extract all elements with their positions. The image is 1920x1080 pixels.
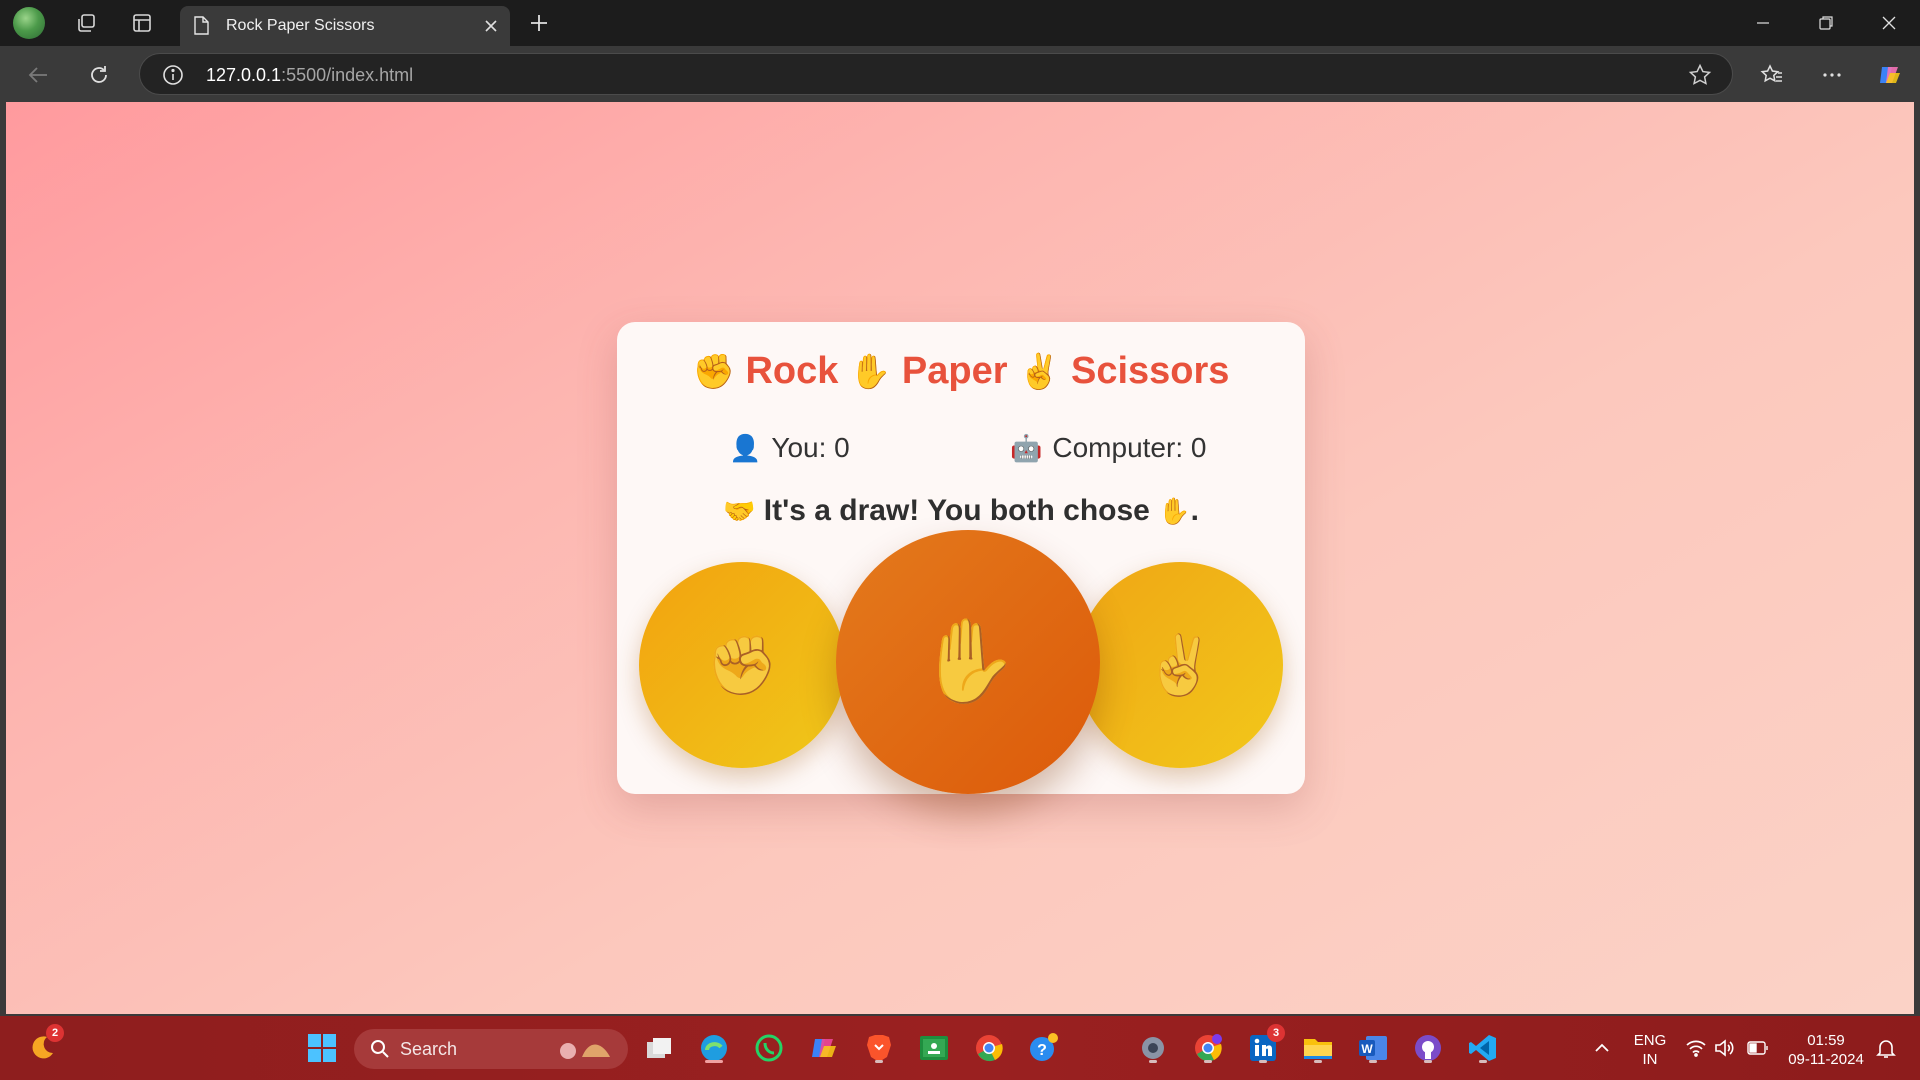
computer-score-label: Computer: 0 <box>1052 432 1207 463</box>
running-indicator <box>1369 1060 1377 1063</box>
scissors-button[interactable]: ✌️ <box>1077 562 1283 768</box>
result-end: . <box>1190 494 1199 527</box>
running-indicator <box>1314 1060 1322 1063</box>
url-text: 127.0.0.1:5500/index.html <box>206 65 413 86</box>
clock[interactable]: 01:59 09-11-2024 <box>1784 1031 1868 1069</box>
running-indicator <box>1424 1060 1432 1063</box>
language-label: ENG <box>1633 1032 1667 1049</box>
file-explorer-icon[interactable] <box>1300 1030 1336 1066</box>
workspaces-icon[interactable] <box>70 8 102 38</box>
volume-icon[interactable] <box>1706 1030 1742 1066</box>
chrome-profile-icon[interactable] <box>1190 1030 1226 1066</box>
linkedin-icon[interactable]: 3 <box>1245 1024 1285 1066</box>
copilot-taskbar-icon[interactable] <box>806 1030 842 1066</box>
new-tab-icon[interactable] <box>524 8 554 38</box>
refresh-icon[interactable] <box>82 58 116 92</box>
language-indicator[interactable]: ENG IN <box>1630 1031 1670 1069</box>
start-icon[interactable] <box>304 1030 340 1066</box>
linkedin-badge: 3 <box>1267 1024 1285 1042</box>
minimize-icon[interactable] <box>1740 6 1786 40</box>
browser-title-bar: Rock Paper Scissors <box>0 0 1920 46</box>
show-hidden-icons-icon[interactable] <box>1584 1030 1620 1066</box>
running-indicator <box>875 1060 883 1063</box>
url-path: :5500/index.html <box>281 65 414 85</box>
page-viewport: ✊ Rock ✋ Paper ✌️ Scissors 👤 You: 0 🤖 Comp… <box>6 102 1914 1014</box>
player-score: 👤 You: 0 <box>729 432 850 464</box>
computer-score: 🤖 Computer: 0 <box>1010 432 1206 464</box>
notification-badge: 2 <box>46 1024 64 1042</box>
paper-button[interactable]: ✋ <box>836 530 1100 794</box>
scissors-choice-icon: ✌️ <box>1143 630 1217 699</box>
title-scissors: Scissors <box>1070 350 1230 392</box>
player-score-label: You: 0 <box>771 432 850 463</box>
taskbar: 2 Search ? 3 W ENG IN 01:59 09-11-2024 <box>0 1016 1920 1080</box>
title-paper: Paper <box>901 350 1008 392</box>
close-window-icon[interactable] <box>1866 6 1912 40</box>
more-options-icon[interactable] <box>1815 58 1849 92</box>
settings-icon[interactable] <box>1135 1030 1171 1066</box>
github-icon[interactable] <box>1410 1030 1446 1066</box>
vertical-tabs-icon[interactable] <box>126 8 158 38</box>
profile-avatar[interactable] <box>13 7 45 39</box>
running-indicator <box>1259 1060 1267 1063</box>
vscode-icon[interactable] <box>1465 1030 1501 1066</box>
document-icon <box>194 16 209 35</box>
result-message: 🤝 It's a draw! You both chose ✋. <box>617 494 1305 528</box>
classroom-icon[interactable] <box>916 1030 952 1066</box>
get-help-icon[interactable]: ? <box>1026 1030 1062 1066</box>
brave-icon[interactable] <box>861 1030 897 1066</box>
scoreboard: 👤 You: 0 🤖 Computer: 0 <box>617 432 1305 472</box>
scissors-icon: ✌️ <box>1018 353 1061 391</box>
running-indicator <box>1149 1060 1157 1063</box>
copilot-icon[interactable] <box>1873 58 1907 92</box>
battery-icon[interactable] <box>1740 1030 1776 1066</box>
site-info-icon[interactable] <box>162 64 184 86</box>
task-view-icon[interactable] <box>641 1030 677 1066</box>
clock-date: 09-11-2024 <box>1788 1051 1864 1068</box>
tab-title: Rock Paper Scissors <box>226 17 375 34</box>
running-indicator <box>1204 1060 1212 1063</box>
paper-choice-icon: ✋ <box>916 614 1020 709</box>
whatsapp-icon[interactable] <box>751 1030 787 1066</box>
svg-text:?: ? <box>1037 1042 1047 1059</box>
restore-icon[interactable] <box>1803 6 1849 40</box>
back-icon[interactable] <box>21 58 55 92</box>
result-choice-icon: ✋ <box>1158 496 1191 526</box>
game-card: ✊ Rock ✋ Paper ✌️ Scissors 👤 You: 0 🤖 Comp… <box>617 322 1305 794</box>
title-rock: Rock <box>745 350 839 392</box>
word-icon[interactable]: W <box>1355 1030 1391 1066</box>
svg-text:W: W <box>1361 1042 1373 1056</box>
handshake-icon: 🤝 <box>723 496 756 526</box>
page-title: ✊ Rock ✋ Paper ✌️ Scissors <box>617 350 1305 393</box>
address-bar[interactable]: 127.0.0.1:5500/index.html <box>139 53 1733 95</box>
rock-choice-icon: ✊ <box>705 630 779 699</box>
favorite-star-icon[interactable] <box>1688 63 1712 87</box>
browser-toolbar: 127.0.0.1:5500/index.html <box>0 46 1920 102</box>
search-icon <box>371 1040 389 1058</box>
weather-widget-icon[interactable]: 2 <box>24 1024 64 1066</box>
url-host: 127.0.0.1 <box>206 65 282 85</box>
running-indicator <box>705 1060 723 1063</box>
running-indicator <box>1479 1060 1487 1063</box>
rock-icon: ✊ <box>692 353 735 391</box>
rock-button[interactable]: ✊ <box>639 562 845 768</box>
taskbar-search[interactable]: Search <box>354 1029 628 1069</box>
region-label: IN <box>1642 1051 1658 1068</box>
close-tab-icon[interactable] <box>480 15 502 37</box>
search-highlight-icon <box>560 1043 610 1059</box>
chrome-icon[interactable] <box>971 1030 1007 1066</box>
user-icon: 👤 <box>729 433 762 463</box>
robot-icon: 🤖 <box>1010 433 1043 463</box>
search-label: Search <box>400 1039 458 1059</box>
notification-bell-icon[interactable] <box>1868 1030 1904 1066</box>
result-text: It's a draw! You both chose <box>763 494 1150 527</box>
paper-icon: ✋ <box>848 353 892 391</box>
tab-active[interactable]: Rock Paper Scissors <box>180 6 510 46</box>
favorites-icon[interactable] <box>1755 58 1789 92</box>
clock-time: 01:59 <box>1807 1032 1845 1049</box>
edge-taskbar-icon[interactable] <box>696 1030 732 1066</box>
